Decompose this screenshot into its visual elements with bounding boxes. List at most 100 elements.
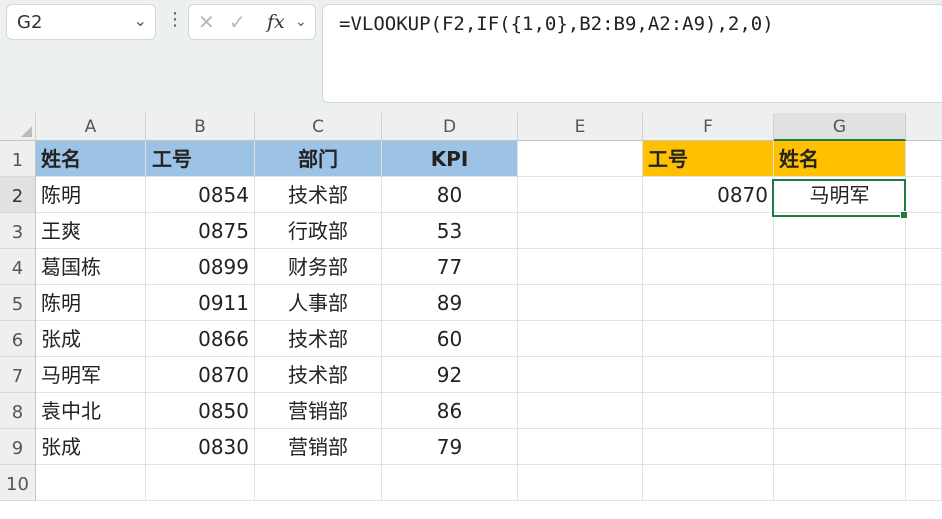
cell-f2[interactable]: 0870 [643,177,774,213]
cell-h4[interactable] [906,249,942,285]
cell-d6[interactable]: 60 [382,321,518,357]
cell-c3[interactable]: 行政部 [255,213,382,249]
cell-a5[interactable]: 陈明 [36,285,146,321]
cell-d3[interactable]: 53 [382,213,518,249]
cell-h2[interactable] [906,177,942,213]
cell-f1[interactable]: 工号 [643,141,774,177]
cell-e7[interactable] [518,357,643,393]
row-header-5[interactable]: 5 [0,285,36,321]
cell-g3[interactable] [774,213,906,249]
cell-g8[interactable] [774,393,906,429]
cell-e1[interactable] [518,141,643,177]
cell-a6[interactable]: 张成 [36,321,146,357]
confirm-icon[interactable]: ✓ [229,10,246,34]
cell-d5[interactable]: 89 [382,285,518,321]
row-header-1[interactable]: 1 [0,141,36,177]
row-header-6[interactable]: 6 [0,321,36,357]
cell-f8[interactable] [643,393,774,429]
cell-f4[interactable] [643,249,774,285]
row-header-9[interactable]: 9 [0,429,36,465]
column-header-b[interactable]: B [146,113,255,141]
cell-d10[interactable] [382,465,518,501]
cell-a9[interactable]: 张成 [36,429,146,465]
cell-f6[interactable] [643,321,774,357]
cell-b4[interactable]: 0899 [146,249,255,285]
column-header-e[interactable]: E [518,113,643,141]
cell-h8[interactable] [906,393,942,429]
cell-c6[interactable]: 技术部 [255,321,382,357]
cell-e9[interactable] [518,429,643,465]
cell-g4[interactable] [774,249,906,285]
row-header-7[interactable]: 7 [0,357,36,393]
cell-c4[interactable]: 财务部 [255,249,382,285]
cell-h6[interactable] [906,321,942,357]
cell-g5[interactable] [774,285,906,321]
cell-a7[interactable]: 马明军 [36,357,146,393]
cell-c5[interactable]: 人事部 [255,285,382,321]
column-header-c[interactable]: C [255,113,382,141]
cell-d8[interactable]: 86 [382,393,518,429]
cell-b1[interactable]: 工号 [146,141,255,177]
cell-g6[interactable] [774,321,906,357]
cell-a1[interactable]: 姓名 [36,141,146,177]
cell-g10[interactable] [774,465,906,501]
selected-cell-g2[interactable] [772,179,908,219]
cell-b2[interactable]: 0854 [146,177,255,213]
cell-e8[interactable] [518,393,643,429]
cell-g7[interactable] [774,357,906,393]
row-header-4[interactable]: 4 [0,249,36,285]
cell-h10[interactable] [906,465,942,501]
cell-h1[interactable] [906,141,942,177]
cell-c8[interactable]: 营销部 [255,393,382,429]
row-header-3[interactable]: 3 [0,213,36,249]
cell-f10[interactable] [643,465,774,501]
cell-f7[interactable] [643,357,774,393]
cell-c2[interactable]: 技术部 [255,177,382,213]
cell-b6[interactable]: 0866 [146,321,255,357]
cell-a3[interactable]: 王爽 [36,213,146,249]
cell-b7[interactable]: 0870 [146,357,255,393]
cell-g9[interactable] [774,429,906,465]
cell-a4[interactable]: 葛国栋 [36,249,146,285]
cell-d2[interactable]: 80 [382,177,518,213]
row-header-8[interactable]: 8 [0,393,36,429]
cell-h9[interactable] [906,429,942,465]
cell-e5[interactable] [518,285,643,321]
cell-c9[interactable]: 营销部 [255,429,382,465]
cell-e6[interactable] [518,321,643,357]
select-all-button[interactable] [0,113,36,141]
cell-g1[interactable]: 姓名 [774,141,906,177]
cell-e3[interactable] [518,213,643,249]
chevron-down-icon[interactable]: ⌄ [134,11,147,30]
cell-a2[interactable]: 陈明 [36,177,146,213]
fill-handle[interactable] [900,211,908,219]
cancel-icon[interactable]: ✕ [198,10,215,34]
row-header-2[interactable]: 2 [0,177,36,213]
row-header-10[interactable]: 10 [0,465,36,501]
cell-a10[interactable] [36,465,146,501]
cell-b8[interactable]: 0850 [146,393,255,429]
cell-e2[interactable] [518,177,643,213]
cell-c7[interactable]: 技术部 [255,357,382,393]
cell-d1[interactable]: KPI [382,141,518,177]
insert-function-icon[interactable]: fx [267,11,285,33]
cell-b10[interactable] [146,465,255,501]
cell-d4[interactable]: 77 [382,249,518,285]
cell-f9[interactable] [643,429,774,465]
column-header-f[interactable]: F [643,113,774,141]
cell-a8[interactable]: 袁中北 [36,393,146,429]
cell-b3[interactable]: 0875 [146,213,255,249]
formula-input[interactable]: =VLOOKUP(F2,IF({1,0},B2:B9,A2:A9),2,0) [322,4,942,103]
column-header-d[interactable]: D [382,113,518,141]
cell-f5[interactable] [643,285,774,321]
name-box[interactable]: G2 ⌄ [6,4,156,40]
cell-e4[interactable] [518,249,643,285]
chevron-down-icon[interactable]: ⌄ [295,14,307,30]
cell-c10[interactable] [255,465,382,501]
column-header-extra[interactable] [906,113,942,141]
cell-b9[interactable]: 0830 [146,429,255,465]
cell-d7[interactable]: 92 [382,357,518,393]
more-options-icon[interactable]: ⋮ [166,9,184,30]
cell-h5[interactable] [906,285,942,321]
cell-b5[interactable]: 0911 [146,285,255,321]
